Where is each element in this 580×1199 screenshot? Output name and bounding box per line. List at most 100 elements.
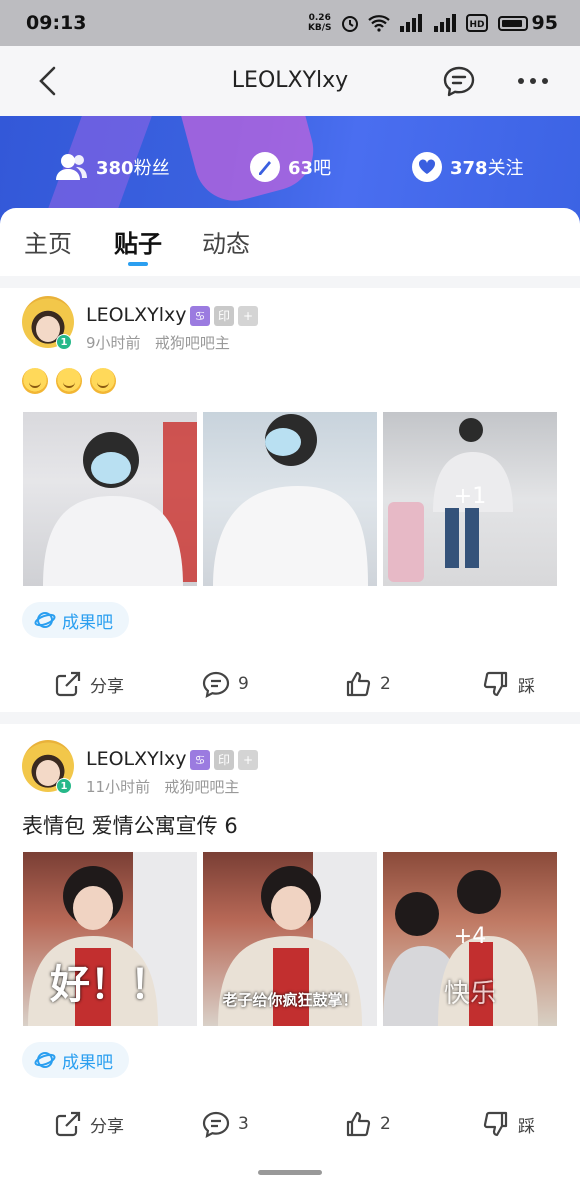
share-label: 分享 bbox=[90, 676, 124, 697]
stat-value: 63 bbox=[288, 158, 314, 179]
stat-fans[interactable]: 380粉丝 bbox=[56, 152, 170, 182]
post-image[interactable]: 老子给你疯狂鼓掌！ bbox=[203, 852, 377, 1026]
battery-level: 95 bbox=[531, 12, 558, 34]
forum-chip[interactable]: 成果吧 bbox=[22, 602, 129, 638]
svg-text:HD: HD bbox=[469, 20, 484, 30]
like-button[interactable]: 2 bbox=[344, 670, 391, 698]
tab-bar: 主页 贴子 动态 bbox=[0, 208, 580, 278]
battery-indicator: 95 bbox=[497, 12, 558, 34]
post-username[interactable]: LEOLXYlxy bbox=[86, 748, 187, 770]
user-badges: ♋ 印 + bbox=[190, 750, 258, 770]
like-button[interactable]: 2 bbox=[344, 1110, 391, 1138]
forum-chip[interactable]: 成果吧 bbox=[22, 1042, 129, 1078]
comment-button[interactable]: 3 bbox=[202, 1110, 249, 1138]
zodiac-icon: ♋ bbox=[190, 306, 210, 326]
zodiac-icon: ♋ bbox=[190, 750, 210, 770]
user-badges: ♋ 印 + bbox=[190, 306, 258, 326]
page-title: LEOLXYlxy bbox=[231, 68, 349, 93]
share-icon bbox=[55, 671, 81, 697]
post-time: 11小时前 bbox=[86, 778, 151, 796]
stat-label: 粉丝 bbox=[133, 158, 170, 179]
thumbs-down-icon bbox=[483, 671, 508, 697]
comment-count: 9 bbox=[238, 674, 249, 694]
post-images: +1 bbox=[23, 412, 557, 586]
post-actions: 分享 3 2 踩 bbox=[0, 1104, 580, 1144]
post-emojis bbox=[22, 368, 124, 394]
hug-emoji-icon bbox=[56, 368, 82, 394]
post-time: 9小时前 bbox=[86, 334, 141, 352]
avatar[interactable]: 1 bbox=[22, 740, 74, 794]
signal-icon bbox=[399, 14, 422, 32]
divider bbox=[0, 712, 580, 724]
stat-value: 378 bbox=[450, 158, 488, 179]
home-indicator[interactable] bbox=[258, 1170, 322, 1175]
tab-activity[interactable]: 动态 bbox=[202, 224, 250, 259]
post-image[interactable]: +1 bbox=[383, 412, 557, 586]
comment-button[interactable]: 9 bbox=[202, 670, 249, 698]
tab-posts[interactable]: 贴子 bbox=[114, 224, 162, 259]
dislike-button[interactable]: 踩 bbox=[482, 670, 535, 698]
post-image[interactable] bbox=[203, 412, 377, 586]
signal-icon-2 bbox=[433, 14, 456, 32]
profile-stats: 380粉丝 63吧 378关注 bbox=[0, 116, 580, 216]
plus-icon: + bbox=[238, 306, 258, 326]
image-caption: 快乐 bbox=[443, 979, 496, 1009]
post-actions: 分享 9 2 踩 bbox=[0, 664, 580, 704]
net-speed: 0.26 KB/S bbox=[307, 13, 332, 33]
comment-icon bbox=[202, 671, 230, 698]
image-caption: 好！！ bbox=[50, 962, 170, 1008]
bar-icon bbox=[250, 152, 280, 182]
photo-figure bbox=[213, 414, 368, 586]
print-badge: 印 bbox=[214, 750, 234, 770]
forum-name: 成果吧 bbox=[62, 612, 113, 633]
post-text[interactable]: 表情包 爱情公寓宣传 6 bbox=[22, 810, 238, 840]
share-button[interactable]: 分享 bbox=[54, 670, 124, 698]
photo-figure bbox=[43, 422, 197, 586]
plus-icon: + bbox=[238, 750, 258, 770]
thumbs-up-icon bbox=[346, 671, 371, 697]
post-image[interactable] bbox=[23, 412, 197, 586]
post-role: 戒狗吧吧主 bbox=[154, 334, 230, 352]
like-count: 2 bbox=[380, 1114, 391, 1134]
hug-emoji-icon bbox=[22, 368, 48, 394]
forum-name: 成果吧 bbox=[62, 1052, 113, 1073]
print-badge: 印 bbox=[214, 306, 234, 326]
image-caption: 老子给你疯狂鼓掌！ bbox=[222, 991, 358, 1009]
hug-emoji-icon bbox=[90, 368, 116, 394]
avatar[interactable]: 1 bbox=[22, 296, 74, 350]
post-image[interactable]: +4 快乐 bbox=[383, 852, 557, 1026]
stat-bars[interactable]: 63吧 bbox=[250, 152, 331, 182]
level-badge: 1 bbox=[56, 334, 72, 350]
dislike-label: 踩 bbox=[518, 676, 535, 697]
alarm-icon bbox=[341, 16, 358, 32]
content-panel: 主页 贴子 动态 1 LEOLXYlxy ♋ 印 + 9小时前 戒狗吧吧主 +1 bbox=[0, 208, 580, 1199]
tab-indicator bbox=[128, 262, 148, 266]
share-button[interactable]: 分享 bbox=[54, 1110, 124, 1138]
post-images: 好！！ 老子给你疯狂鼓掌！ +4 快乐 bbox=[23, 852, 557, 1026]
planet-icon bbox=[34, 612, 56, 628]
planet-icon bbox=[34, 1052, 56, 1068]
share-icon bbox=[55, 1111, 81, 1137]
comment-count: 3 bbox=[238, 1114, 249, 1134]
post-card[interactable]: 1 LEOLXYlxy ♋ 印 + 11小时前 戒狗吧吧主 表情包 爱情公寓宣传… bbox=[0, 740, 580, 1180]
status-icons: 0.26 KB/S HD bbox=[308, 13, 488, 33]
divider bbox=[0, 276, 580, 288]
dislike-button[interactable]: 踩 bbox=[482, 1110, 535, 1138]
share-label: 分享 bbox=[90, 1116, 124, 1137]
stat-following[interactable]: 378关注 bbox=[412, 152, 524, 182]
like-count: 2 bbox=[380, 674, 391, 694]
post-username[interactable]: LEOLXYlxy bbox=[86, 304, 187, 326]
hd-icon: HD bbox=[465, 14, 488, 32]
post-card[interactable]: 1 LEOLXYlxy ♋ 印 + 9小时前 戒狗吧吧主 +1 成果吧 分享 9… bbox=[0, 296, 580, 716]
post-image[interactable]: 好！！ bbox=[23, 852, 197, 1026]
thumbs-down-icon bbox=[483, 1111, 508, 1137]
message-icon[interactable] bbox=[442, 65, 476, 97]
stat-value: 380 bbox=[96, 158, 134, 179]
battery-icon bbox=[497, 15, 528, 31]
more-icon[interactable] bbox=[516, 76, 550, 86]
wifi-icon bbox=[367, 15, 390, 32]
status-time: 09:13 bbox=[26, 12, 87, 34]
thumbs-up-icon bbox=[346, 1111, 371, 1137]
tab-home[interactable]: 主页 bbox=[24, 224, 72, 259]
status-bar: 09:13 0.26 KB/S HD 95 bbox=[0, 0, 580, 46]
